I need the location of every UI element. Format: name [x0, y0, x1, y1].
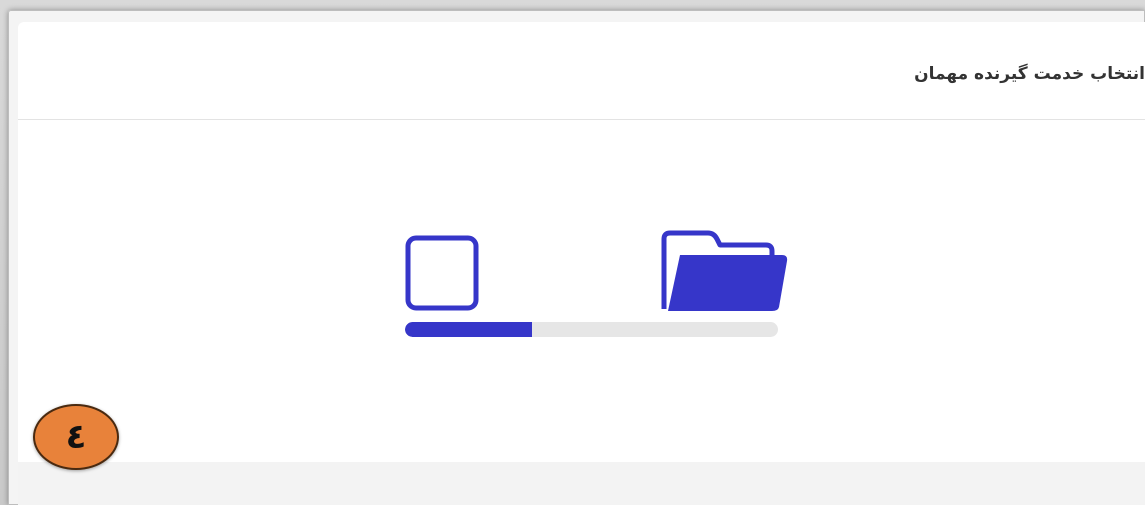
progress-track [405, 322, 778, 337]
document-icon [405, 235, 479, 311]
panel-header: انتخاب خدمت گیرنده مهمان [18, 22, 1145, 120]
progress-fill [405, 322, 532, 337]
step-number-badge: ٤ [33, 404, 119, 470]
modal-panel: انتخاب خدمت گیرنده مهمان [18, 22, 1145, 462]
screenshot-frame: انتخاب خدمت گیرنده مهمان ٤ [0, 0, 1145, 505]
folder-icon [661, 230, 788, 311]
panel-title: انتخاب خدمت گیرنده مهمان [914, 64, 1145, 84]
transfer-loader [400, 226, 790, 344]
panel-footer [18, 462, 1145, 505]
